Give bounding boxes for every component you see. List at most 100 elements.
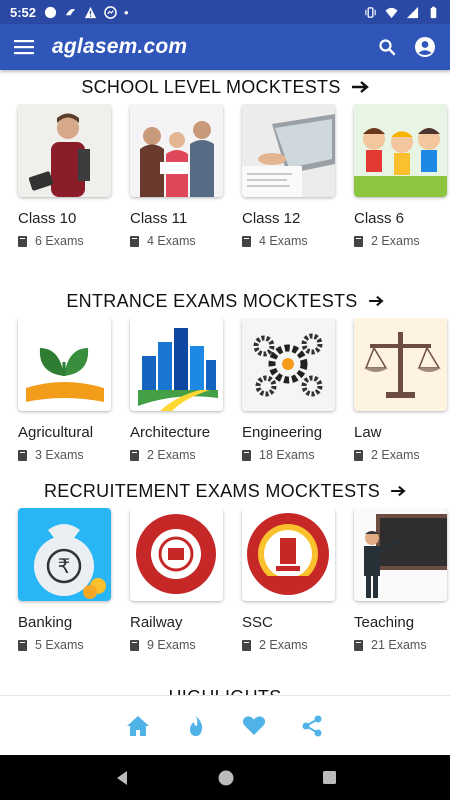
card-railway[interactable]: Railway 9 Exams bbox=[130, 508, 223, 652]
section-title-entrance[interactable]: ENTRANCE EXAMS MOCKTESTS bbox=[0, 284, 450, 318]
card-exam-count: 5 Exams bbox=[18, 638, 111, 652]
card-exam-count: 18 Exams bbox=[242, 448, 335, 462]
exam-count-text: 4 Exams bbox=[259, 234, 308, 248]
law-thumbnail bbox=[354, 318, 447, 411]
exam-count-text: 21 Exams bbox=[371, 638, 427, 652]
card-exam-count: 2 Exams bbox=[242, 638, 335, 652]
card-label: Railway bbox=[130, 614, 183, 631]
card-label: Class 12 bbox=[242, 210, 301, 227]
signal-icon bbox=[406, 6, 419, 18]
card-label: Agricultural bbox=[18, 424, 94, 441]
menu-icon[interactable] bbox=[14, 39, 34, 55]
exam-count-text: 18 Exams bbox=[259, 448, 315, 462]
card-law[interactable]: Law 2 Exams bbox=[354, 318, 447, 462]
card-label: Banking bbox=[18, 614, 73, 631]
status-dot: • bbox=[124, 4, 129, 20]
engineering-thumbnail bbox=[242, 318, 335, 411]
card-ssc[interactable]: SSC 2 Exams bbox=[242, 508, 335, 652]
home-icon[interactable] bbox=[126, 715, 150, 737]
exam-count-text: 9 Exams bbox=[147, 638, 196, 652]
heart-icon[interactable] bbox=[242, 715, 266, 736]
status-bar: 5:52 • bbox=[0, 0, 450, 24]
book-icon bbox=[354, 639, 363, 651]
card-exam-count: 3 Exams bbox=[18, 448, 111, 462]
arrow-right-icon[interactable] bbox=[390, 485, 406, 497]
section-title-highlights: HIGHLIGHTS bbox=[0, 680, 450, 696]
recruitment-card-row: ₹ Banking 5 Exams Railway 9 Exams SSC 2 … bbox=[0, 508, 450, 652]
card-agricultural[interactable]: Agricultural 3 Exams bbox=[18, 318, 111, 462]
exam-count-text: 5 Exams bbox=[35, 638, 84, 652]
home-circle-icon[interactable] bbox=[217, 769, 235, 787]
section-title-text: RECRUITEMENT EXAMS MOCKTESTS bbox=[43, 480, 381, 501]
ssc-thumbnail bbox=[242, 508, 335, 601]
section-title-school[interactable]: SCHOOL LEVEL MOCKTESTS bbox=[0, 70, 450, 104]
card-class-6[interactable]: Class 6 2 Exams bbox=[354, 104, 447, 248]
card-engineering[interactable]: Engineering 18 Exams bbox=[242, 318, 335, 462]
section-title-text: HIGHLIGHTS bbox=[168, 687, 281, 696]
warning-icon bbox=[84, 6, 97, 18]
circle-notification-icon bbox=[44, 6, 57, 18]
nav-home[interactable] bbox=[126, 714, 150, 738]
app-bar: aglasem.com bbox=[0, 24, 450, 70]
arrow-right-icon[interactable] bbox=[351, 80, 369, 94]
exam-count-text: 6 Exams bbox=[35, 234, 84, 248]
book-icon bbox=[18, 449, 27, 461]
recents-icon[interactable] bbox=[322, 770, 337, 785]
arrow-right-icon[interactable] bbox=[368, 295, 384, 307]
entrance-card-row: Agricultural 3 Exams Architecture 2 Exam… bbox=[0, 318, 450, 462]
card-exam-count: 21 Exams bbox=[354, 638, 447, 652]
architecture-thumbnail bbox=[130, 318, 223, 411]
exam-count-text: 2 Exams bbox=[147, 448, 196, 462]
card-label: Law bbox=[354, 424, 382, 441]
book-icon bbox=[354, 235, 363, 247]
app-logo[interactable]: aglasem.com bbox=[52, 35, 187, 59]
card-class-11[interactable]: Class 11 4 Exams bbox=[130, 104, 223, 248]
card-exam-count: 2 Exams bbox=[354, 234, 447, 248]
card-teaching[interactable]: Teaching 21 Exams bbox=[354, 508, 447, 652]
back-icon[interactable] bbox=[114, 770, 130, 786]
book-icon bbox=[130, 639, 139, 651]
card-label: Engineering bbox=[242, 424, 323, 441]
card-banking[interactable]: ₹ Banking 5 Exams bbox=[18, 508, 111, 652]
card-label: Class 10 bbox=[18, 210, 77, 227]
nav-share[interactable] bbox=[300, 714, 324, 738]
book-icon bbox=[130, 235, 139, 247]
flame-icon[interactable] bbox=[187, 715, 205, 737]
main-content: SCHOOL LEVEL MOCKTESTS Class 10 6 Exams … bbox=[0, 70, 450, 695]
search-icon[interactable] bbox=[378, 38, 396, 56]
card-exam-count: 2 Exams bbox=[354, 448, 447, 462]
status-time: 5:52 bbox=[10, 4, 37, 20]
class-10-thumbnail bbox=[18, 104, 111, 197]
share-icon[interactable] bbox=[302, 715, 322, 737]
book-icon bbox=[18, 639, 27, 651]
messenger-icon bbox=[104, 5, 117, 19]
nav-trending[interactable] bbox=[184, 714, 208, 738]
book-icon bbox=[242, 449, 251, 461]
card-class-10[interactable]: Class 10 6 Exams bbox=[18, 104, 111, 248]
card-architecture[interactable]: Architecture 2 Exams bbox=[130, 318, 223, 462]
card-exam-count: 9 Exams bbox=[130, 638, 223, 652]
nav-favorites[interactable] bbox=[242, 714, 266, 738]
book-icon bbox=[354, 449, 363, 461]
card-exam-count: 6 Exams bbox=[18, 234, 111, 248]
card-class-12[interactable]: Class 12 4 Exams bbox=[242, 104, 335, 248]
book-icon bbox=[130, 449, 139, 461]
book-icon bbox=[18, 235, 27, 247]
account-icon[interactable] bbox=[414, 36, 436, 58]
section-title-recruitment[interactable]: RECRUITEMENT EXAMS MOCKTESTS bbox=[0, 474, 450, 508]
swirl-notification-icon bbox=[65, 8, 76, 15]
card-label: Class 6 bbox=[354, 210, 405, 227]
exam-count-text: 2 Exams bbox=[371, 448, 420, 462]
wifi-icon bbox=[385, 7, 398, 18]
railway-thumbnail bbox=[130, 508, 223, 601]
school-card-row: Class 10 6 Exams Class 11 4 Exams Class … bbox=[0, 104, 450, 248]
card-label: Class 11 bbox=[130, 210, 188, 227]
class-6-thumbnail bbox=[354, 104, 447, 197]
svg-text:₹: ₹ bbox=[58, 554, 71, 578]
teaching-thumbnail bbox=[354, 508, 447, 601]
system-navigation-bar bbox=[0, 755, 450, 800]
card-label: Architecture bbox=[130, 424, 211, 441]
card-exam-count: 4 Exams bbox=[242, 234, 335, 248]
card-label: Teaching bbox=[354, 614, 415, 631]
book-icon bbox=[242, 235, 251, 247]
